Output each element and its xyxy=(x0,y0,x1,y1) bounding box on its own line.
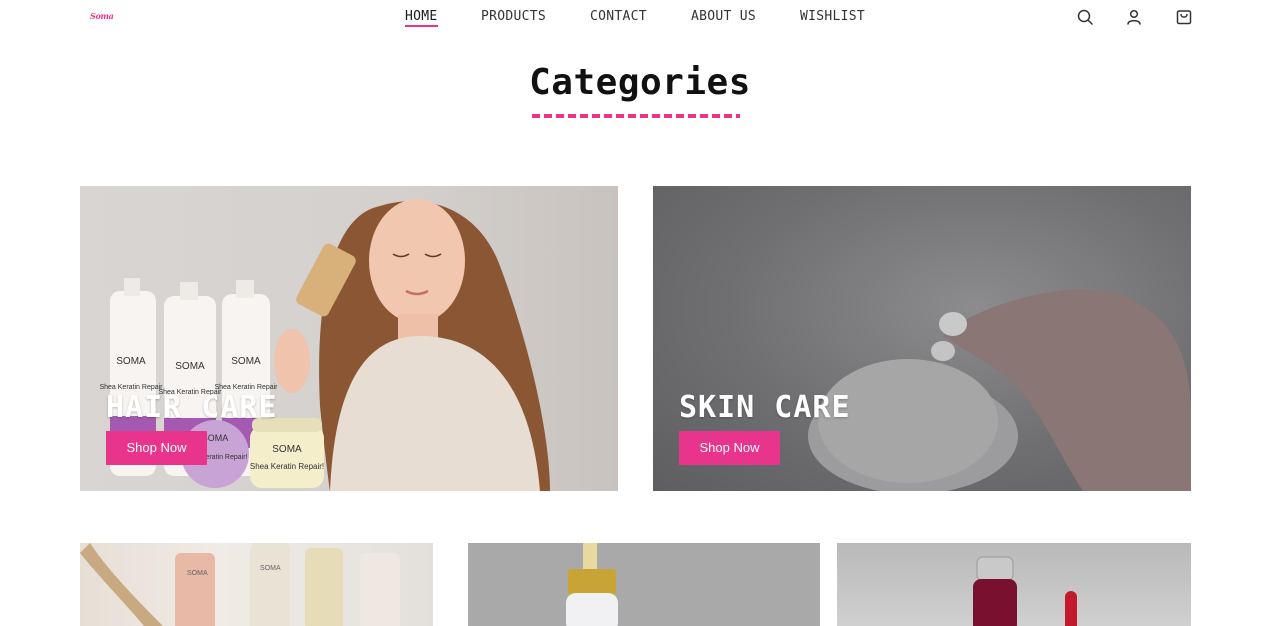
title-dashed-underline xyxy=(532,114,740,118)
bottle-label: SOMA xyxy=(175,361,205,372)
jar-label: Shea Keratin Repair! xyxy=(250,462,324,471)
shop-now-button-skin-care[interactable]: Shop Now xyxy=(679,431,780,465)
bottle-label: SOMA xyxy=(231,356,261,367)
site-header: Soma HOME PRODUCTS CONTACT ABOUT US WISH… xyxy=(0,0,1280,36)
user-icon[interactable] xyxy=(1125,8,1143,26)
category-card-fragrance[interactable]: SOMA SOMA xyxy=(80,543,433,626)
nav-item-contact[interactable]: CONTACT xyxy=(590,9,647,24)
category-card-lip-care[interactable] xyxy=(837,543,1191,626)
lip-care-image xyxy=(973,556,1077,626)
bottle-label: SOMA xyxy=(260,565,281,572)
category-title-hair-care: HAIR CARE xyxy=(106,390,278,425)
section-header: Categories xyxy=(0,62,1280,103)
bottle-label: SOMA xyxy=(116,356,146,367)
face-shape xyxy=(369,199,465,323)
shop-now-button-hair-care[interactable]: Shop Now xyxy=(106,431,207,465)
nav-item-about-us[interactable]: ABOUT US xyxy=(691,9,756,24)
bottle-label: SOMA xyxy=(187,570,208,577)
category-title-skin-care: SKIN CARE xyxy=(679,390,851,425)
nav-item-home[interactable]: HOME xyxy=(405,9,438,27)
cart-icon[interactable] xyxy=(1175,8,1193,26)
search-icon[interactable] xyxy=(1076,8,1094,26)
category-card-serum[interactable] xyxy=(468,543,820,626)
category-card-skin-care[interactable]: SKIN CARE Shop Now xyxy=(653,186,1191,491)
jar-label: SOMA xyxy=(272,444,302,455)
fragrance-image: SOMA SOMA xyxy=(80,543,400,626)
serum-image xyxy=(566,543,618,626)
nav-item-products[interactable]: PRODUCTS xyxy=(481,9,546,24)
nav-item-wishlist[interactable]: WISHLIST xyxy=(800,9,865,24)
page-title: Categories xyxy=(529,62,751,103)
category-card-hair-care[interactable]: SOMA Shea Keratin Repair SOMA Shea Kerat… xyxy=(80,186,618,491)
jar-yellow xyxy=(250,426,324,488)
